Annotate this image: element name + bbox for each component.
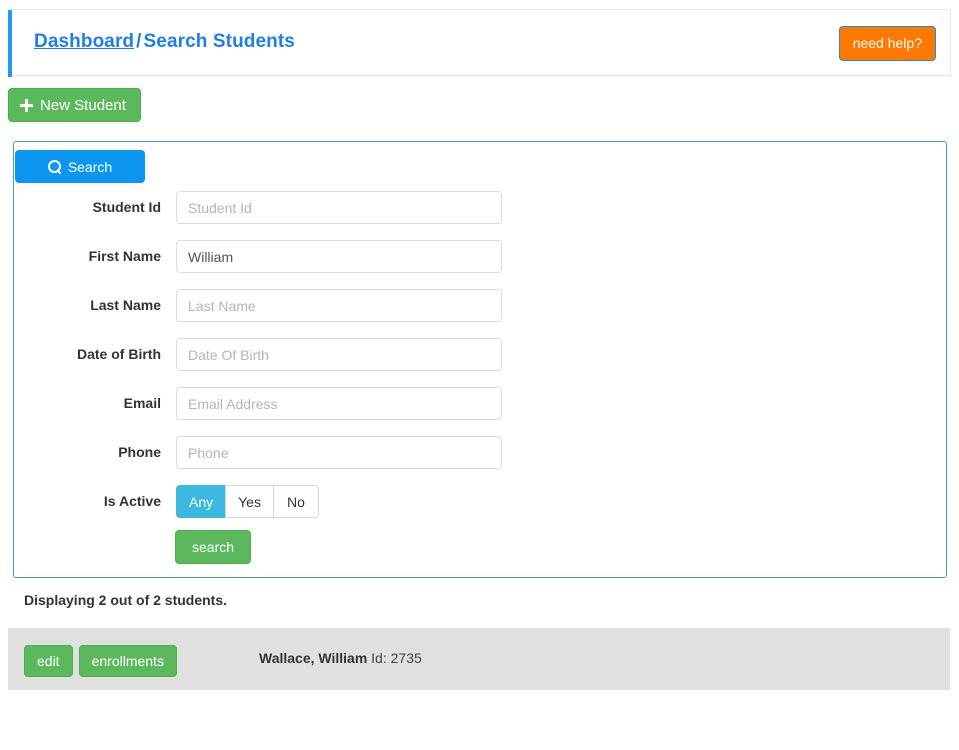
label-email: Email xyxy=(123,395,161,411)
search-input-phone[interactable] xyxy=(176,436,502,469)
form-row-first-name: First Name xyxy=(14,240,946,273)
is-active-button-group: Any Yes No xyxy=(176,485,319,518)
form-row-phone: Phone xyxy=(14,436,946,469)
header-accent-bar xyxy=(8,10,12,77)
label-first-name: First Name xyxy=(88,248,161,264)
tab-search[interactable]: Search xyxy=(15,150,145,183)
form-row-email: Email xyxy=(14,387,946,420)
label-last-name: Last Name xyxy=(90,297,161,313)
header-panel: Dashboard / Search Students need help? xyxy=(8,9,951,77)
student-id: Id: 2735 xyxy=(371,650,422,666)
student-name: Wallace, William xyxy=(259,650,368,666)
table-row: edit enrollments Wallace, William Id: 27… xyxy=(8,628,950,690)
form-row-is-active: Is Active Any Yes No xyxy=(14,485,946,518)
plus-icon xyxy=(20,98,33,112)
search-panel: Search Student Id First Name Last Name D… xyxy=(13,141,947,578)
form-row-student-id: Student Id xyxy=(14,191,946,224)
search-submit-button[interactable]: search xyxy=(175,530,252,564)
breadcrumb: Dashboard / Search Students xyxy=(34,31,295,53)
search-input-date-of-birth[interactable] xyxy=(176,338,502,371)
search-input-email[interactable] xyxy=(176,387,502,420)
tab-search-label: Search xyxy=(67,158,113,175)
new-student-button-label: New Student xyxy=(40,96,126,114)
breadcrumb-current: Search Students xyxy=(143,31,295,52)
is-active-option-yes[interactable]: Yes xyxy=(225,485,274,518)
results-count: Displaying 2 out of 2 students. xyxy=(24,592,228,608)
label-date-of-birth: Date of Birth xyxy=(77,346,161,362)
breadcrumb-separator: / xyxy=(136,31,142,52)
form-row-last-name: Last Name xyxy=(14,289,946,322)
is-active-option-any[interactable]: Any xyxy=(176,485,227,518)
need-help-button[interactable]: need help? xyxy=(838,26,936,62)
breadcrumb-link-dashboard[interactable]: Dashboard xyxy=(34,31,134,52)
is-active-option-no[interactable]: No xyxy=(272,485,319,518)
label-phone: Phone xyxy=(118,444,161,460)
new-student-button[interactable]: New Student xyxy=(8,88,141,122)
student-name-cell: Wallace, William Id: 2735 xyxy=(259,650,422,666)
search-input-student-id[interactable] xyxy=(176,191,502,224)
search-input-last-name[interactable] xyxy=(176,289,502,322)
label-student-id: Student Id xyxy=(92,199,161,215)
row-actions: edit enrollments xyxy=(24,645,177,677)
search-icon xyxy=(47,160,61,173)
label-is-active: Is Active xyxy=(103,493,161,509)
search-input-first-name[interactable] xyxy=(176,240,502,273)
edit-button[interactable]: edit xyxy=(24,645,73,677)
form-row-date-of-birth: Date of Birth xyxy=(14,338,946,371)
enrollments-button[interactable]: enrollments xyxy=(78,645,177,677)
